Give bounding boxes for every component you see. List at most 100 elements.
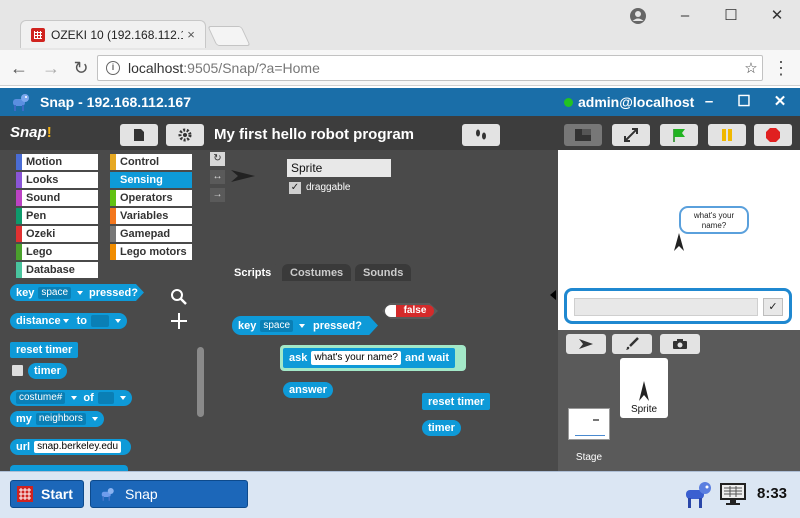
palette-timer-reporter[interactable]: timer (28, 363, 67, 379)
corral-sprite-label: Sprite (630, 404, 658, 415)
url-slot[interactable]: snap.berkeley.edu (34, 441, 122, 453)
dropdown-arrow-icon[interactable] (71, 396, 78, 400)
tab-costumes[interactable]: Costumes (282, 264, 352, 282)
draggable-checkbox[interactable]: ✓ (289, 182, 301, 194)
category-gamepad[interactable]: Gamepad (110, 226, 192, 242)
timer-watcher-checkbox[interactable] (12, 365, 23, 376)
false-reporter-block[interactable]: false (382, 303, 438, 319)
category-label: Motion (26, 156, 63, 168)
sprite-name-input[interactable]: Sprite (287, 159, 391, 177)
category-motion[interactable]: Motion (16, 154, 98, 170)
key-slot[interactable]: space (38, 286, 72, 299)
category-column-right: Control Sensing Operators Variables Gamepad L… (110, 154, 192, 260)
stage-thumbnail[interactable] (568, 408, 610, 440)
category-lego-motors[interactable]: Lego motors (110, 244, 192, 260)
tab-sounds[interactable]: Sounds (355, 264, 412, 282)
current-user[interactable]: admin@localhost (578, 88, 694, 116)
make-block-plus-icon[interactable] (170, 312, 188, 330)
forward-button[interactable]: → (40, 57, 62, 79)
script-key-pressed-block[interactable]: key space pressed? (232, 316, 378, 335)
stage-size-toggle-button[interactable] (462, 124, 500, 146)
file-menu-button[interactable] (120, 124, 158, 146)
speech-bubble: what's your name? (679, 206, 749, 234)
palette-reset-timer-block[interactable]: reset timer (10, 342, 79, 358)
window-minimize-button[interactable]: – (670, 5, 700, 27)
reload-button[interactable]: ↻ (70, 57, 92, 79)
app-maximize-button[interactable]: ☐ (730, 88, 758, 116)
answer-input[interactable] (574, 298, 758, 316)
palette-costume-of-block[interactable]: costume# of (10, 390, 132, 406)
window-close-button[interactable]: ✕ (762, 5, 792, 27)
desktop-monitor-icon[interactable] (718, 481, 748, 507)
my-slot[interactable]: neighbors (35, 413, 86, 425)
pause-button[interactable] (708, 124, 746, 146)
robot-dog-tray-icon[interactable] (680, 478, 714, 510)
search-blocks-icon[interactable] (170, 288, 188, 306)
taskbar-app-snap[interactable]: Snap (90, 480, 248, 508)
snap-logo[interactable]: Snap! (10, 124, 52, 141)
script-timer-reporter[interactable]: timer (422, 420, 461, 436)
settings-menu-button[interactable] (166, 124, 204, 146)
category-looks[interactable]: Looks (16, 172, 98, 188)
palette-my-block[interactable]: my neighbors (10, 411, 104, 427)
browser-tab[interactable]: OZEKI 10 (192.168.112.16 × (20, 20, 206, 48)
fullscreen-stage-button[interactable] (612, 124, 650, 146)
category-database[interactable]: Database (16, 262, 98, 278)
collapse-stage-arrow-icon[interactable] (550, 290, 556, 300)
green-flag-button[interactable] (660, 124, 698, 146)
category-pen[interactable]: Pen (16, 208, 98, 224)
dropdown-arrow-icon[interactable] (119, 396, 126, 400)
address-bar[interactable]: i localhost:9505/Snap/?a=Home ☆ (97, 55, 763, 81)
stage-sprite-icon[interactable] (672, 232, 686, 252)
attribute-slot[interactable]: costume# (16, 392, 66, 404)
category-operators[interactable]: Operators (110, 190, 192, 206)
rotate-freely-icon[interactable]: ↻ (210, 152, 225, 166)
answer-submit-button[interactable]: ✓ (763, 298, 783, 316)
window-maximize-button[interactable]: ☐ (716, 5, 746, 27)
paint-new-sprite-button[interactable] (612, 334, 652, 354)
category-sensing[interactable]: Sensing (110, 172, 192, 188)
app-close-button[interactable]: ✕ (766, 88, 794, 116)
category-color-swatch (110, 190, 116, 206)
dropdown-arrow-icon[interactable] (77, 290, 84, 295)
category-color-swatch (110, 154, 116, 170)
script-answer-reporter[interactable]: answer (283, 382, 333, 398)
object-slot[interactable] (97, 392, 114, 404)
add-turtle-sprite-button[interactable] (566, 334, 606, 354)
ask-text-slot[interactable]: what's your name? (311, 351, 401, 365)
script-reset-timer-block[interactable]: reset timer (422, 393, 491, 410)
category-lego[interactable]: Lego (16, 244, 98, 260)
palette-url-block[interactable]: url snap.berkeley.edu (10, 439, 132, 455)
block-label: key (238, 319, 257, 332)
url-text[interactable]: localhost:9505/Snap/?a=Home (128, 60, 740, 76)
back-button[interactable]: ← (8, 57, 30, 79)
start-button[interactable]: Start (10, 480, 84, 508)
normal-stage-button[interactable] (564, 124, 602, 146)
profile-icon[interactable] (628, 6, 648, 26)
script-ask-and-wait-block[interactable]: ask what's your name? and wait (283, 348, 455, 368)
category-control[interactable]: Control (110, 154, 192, 170)
flip-left-right-icon[interactable]: ↔ (210, 170, 225, 184)
bookmark-star-icon[interactable]: ☆ (740, 59, 762, 77)
app-minimize-button[interactable]: – (695, 88, 723, 116)
tab-close-icon[interactable]: × (183, 27, 199, 42)
dropdown-arrow-icon[interactable] (91, 417, 98, 421)
palette-distance-to-block[interactable]: distance to (10, 313, 128, 329)
site-info-icon[interactable]: i (106, 61, 120, 75)
palette-key-pressed-block[interactable]: key space pressed? (10, 284, 144, 301)
key-slot[interactable]: space (260, 319, 294, 332)
palette-scrollbar[interactable] (197, 347, 204, 417)
stop-button[interactable] (754, 124, 792, 146)
camera-sprite-button[interactable] (660, 334, 700, 354)
corral-sprite-tile[interactable]: Sprite (620, 358, 668, 418)
dropdown-arrow-icon[interactable] (62, 319, 69, 323)
category-variables[interactable]: Variables (110, 208, 192, 224)
object-slot[interactable] (91, 315, 110, 327)
category-sound[interactable]: Sound (16, 190, 98, 206)
dropdown-arrow-icon[interactable] (299, 323, 306, 328)
category-ozeki[interactable]: Ozeki (16, 226, 98, 242)
tab-scripts[interactable]: Scripts (226, 264, 280, 282)
browser-menu-icon[interactable]: ⋮ (770, 57, 792, 79)
dropdown-arrow-icon[interactable] (115, 319, 122, 323)
no-rotate-icon[interactable]: → (210, 188, 225, 202)
